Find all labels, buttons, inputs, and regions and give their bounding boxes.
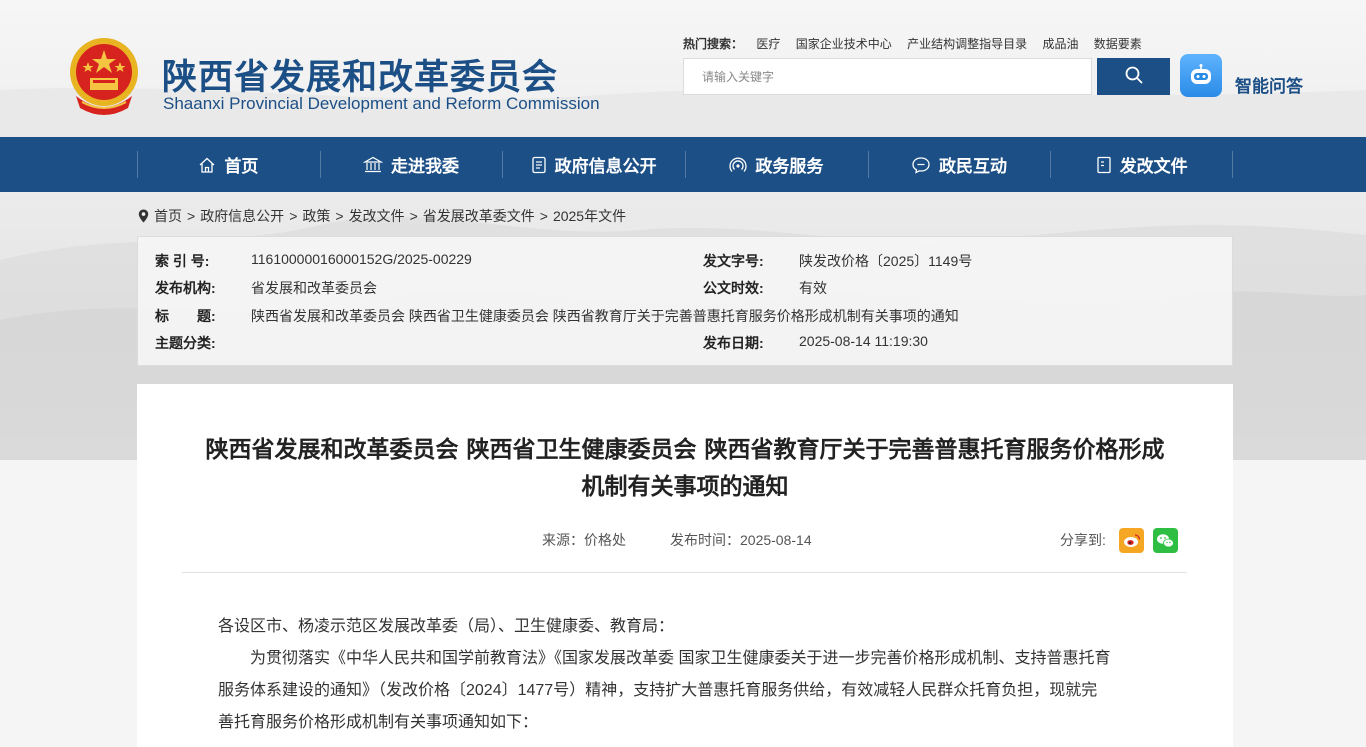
nav-item-label: 首页 (224, 157, 259, 176)
home-icon (198, 156, 216, 174)
hot-search-item-tech-center[interactable]: 国家企业技术中心 (796, 37, 892, 51)
article-title: 陕西省发展和改革委员会 陕西省卫生健康委员会 陕西省教育厅关于完善普惠托育服务价… (177, 432, 1193, 506)
file-icon (1096, 156, 1112, 174)
hot-search-item-oil[interactable]: 成品油 (1042, 37, 1078, 51)
document-meta-panel: 索 引 号: 11610000016000152G/2025-00229 发文字… (137, 236, 1233, 366)
doc-number-value: 陕发改价格〔2025〕1149号 (799, 253, 973, 269)
hot-search-item-industry-catalog[interactable]: 产业结构调整指导目录 (907, 37, 1027, 51)
article-source: 来源：价格处 (542, 532, 626, 548)
site-header: 陕西省发展和改革委员会 Shaanxi Provincial Developme… (0, 0, 1366, 137)
index-number-label: 索 引 号: (155, 253, 210, 269)
nav-item-home[interactable]: 首页 (137, 137, 320, 192)
search-button[interactable] (1097, 58, 1170, 95)
site-subtitle: Shaanxi Provincial Development and Refor… (163, 94, 600, 113)
article-title-line: 机制有关事项的通知 (581, 474, 789, 500)
nav-item-label: 政府信息公开 (554, 157, 657, 176)
title-divider (182, 572, 1187, 573)
nav-item-interaction[interactable]: 政民互动 (867, 137, 1051, 192)
breadcrumb-provincial-docs[interactable]: 省发展改革委文件 (423, 206, 535, 226)
site-title[interactable]: 陕西省发展和改革委员会 (162, 49, 558, 100)
article-paragraph-line: 为贯彻落实《中华人民共和国学前教育法》《国家发展改革委 国家卫生健康委关于进一步… (250, 650, 1111, 667)
article-content: 陕西省发展和改革委员会 陕西省卫生健康委员会 陕西省教育厅关于完善普惠托育服务价… (137, 384, 1233, 747)
breadcrumb-home[interactable]: 首页 (154, 206, 182, 226)
search-icon (1125, 66, 1143, 87)
hot-search-item-medical[interactable]: 医疗 (756, 37, 780, 51)
nav-item-label: 政民互动 (939, 157, 1008, 176)
breadcrumb-separator: > (409, 208, 418, 224)
doc-number-label: 发文字号: (703, 253, 764, 269)
publisher-label: 发布机构: (155, 280, 216, 296)
breadcrumb-policy[interactable]: 政策 (302, 206, 330, 226)
title-value: 陕西省发展和改革委员会 陕西省卫生健康委员会 陕西省教育厅关于完善普惠托育服务价… (251, 308, 959, 324)
wechat-share-icon[interactable] (1153, 528, 1178, 553)
nav-item-about[interactable]: 走进我委 (319, 137, 503, 192)
nav-item-label: 政务服务 (755, 157, 824, 176)
validity-value: 有效 (799, 280, 827, 296)
main-nav: 首页 走进我委 政府信息公开 政务服务 政民互动 发改文件 (0, 137, 1366, 192)
nav-item-label: 走进我委 (391, 157, 459, 176)
article-publish-time: 发布时间：2025-08-14 (670, 532, 812, 548)
location-pin-icon (138, 209, 149, 223)
breadcrumb-documents[interactable]: 发改文件 (349, 206, 405, 226)
nav-item-documents[interactable]: 发改文件 (1050, 137, 1233, 192)
nav-item-label: 发改文件 (1119, 157, 1188, 176)
validity-label: 公文时效: (703, 280, 764, 296)
breadcrumb-separator: > (335, 208, 344, 224)
breadcrumb-separator: > (539, 208, 548, 224)
breadcrumb-separator: > (289, 208, 298, 224)
chat-icon (911, 156, 931, 174)
article-greeting: 各设区市、杨凌示范区发展改革委（局）、卫生健康委、教育局： (218, 618, 675, 635)
publish-date-label: 发布日期: (703, 335, 764, 351)
hot-search-bar: 热门搜索： 医疗 国家企业技术中心 产业结构调整指导目录 成品油 数据要素 (683, 35, 1154, 52)
signal-icon (729, 156, 747, 174)
article-body: 各设区市、杨凌示范区发展改革委（局）、卫生健康委、教育局： 为贯彻落实《中华人民… (218, 611, 1158, 739)
publish-date-value: 2025-08-14 11:19:30 (799, 333, 928, 349)
robot-assistant-icon[interactable] (1180, 54, 1222, 97)
breadcrumb: 首页 > 政府信息公开 > 政策 > 发改文件 > 省发展改革委文件 > 202… (138, 206, 626, 226)
publisher-value: 省发展和改革委员会 (251, 280, 377, 296)
breadcrumb-2025-docs[interactable]: 2025年文件 (553, 206, 626, 226)
nav-item-services[interactable]: 政务服务 (685, 137, 868, 192)
document-icon (531, 156, 547, 174)
hot-search-item-data-elements[interactable]: 数据要素 (1094, 37, 1142, 51)
breadcrumb-info-disclosure[interactable]: 政府信息公开 (200, 206, 284, 226)
breadcrumb-separator: > (187, 208, 196, 224)
search-input[interactable] (683, 58, 1092, 95)
article-title-line: 陕西省发展和改革委员会 陕西省卫生健康委员会 陕西省教育厅关于完善普惠托育服务价… (205, 437, 1165, 463)
share-label: 分享到: (1060, 532, 1106, 548)
article-paragraph-line: 善托育服务价格形成机制有关事项通知如下： (218, 714, 539, 731)
category-label: 主题分类: (155, 335, 216, 351)
index-number-value: 11610000016000152G/2025-00229 (251, 251, 472, 267)
national-emblem-icon[interactable] (66, 36, 142, 116)
ai-assistant-link[interactable]: 智能问答 (1235, 72, 1303, 97)
nav-item-info-disclosure[interactable]: 政府信息公开 (502, 137, 685, 192)
weibo-share-icon[interactable] (1119, 528, 1144, 553)
title-label: 标 题: (155, 308, 216, 324)
hot-search-label: 热门搜索： (683, 37, 744, 51)
building-icon (363, 156, 383, 174)
article-paragraph-line: 服务体系建设的通知》（发改价格〔2024〕1477号）精神，支持扩大普惠托育服务… (218, 682, 1098, 699)
